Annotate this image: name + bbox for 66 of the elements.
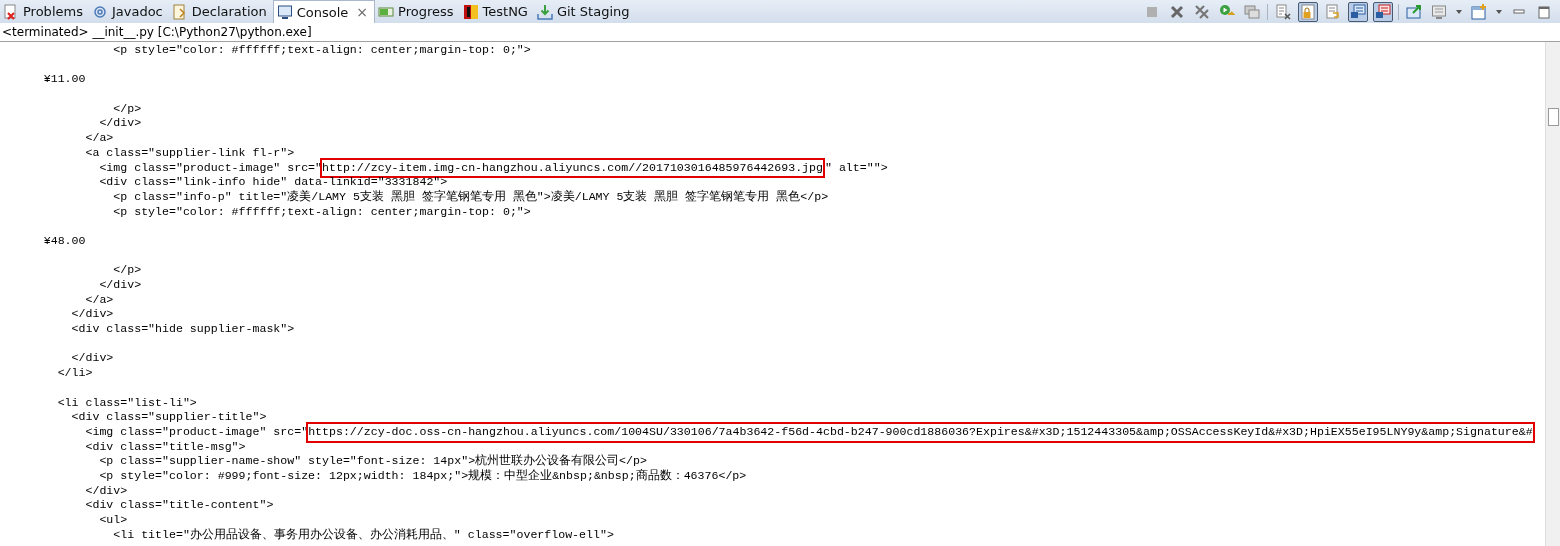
dropdown-caret-button[interactable] <box>1454 7 1464 16</box>
console-output-line: </a> <box>84 292 115 308</box>
caret-icon <box>1496 9 1502 14</box>
console-output-line: <img class="product-image" src=" <box>84 424 309 440</box>
console-output-line: <li class="list-li"> <box>56 395 198 411</box>
at-sign-icon <box>91 3 108 20</box>
console-output-line: <p style="color: #ffffff;text-align: center;margin-top: 0;"> <box>112 204 532 220</box>
console-output-line: </li> <box>56 366 94 381</box>
view-tab[interactable]: Git Staging <box>533 0 636 23</box>
url-highlight-box: https://zcy-doc.oss-cn-hangzhou.aliyuncs.com/1004SU/330106/7a4b3642-f56d-4cbd-b247-900cd1886036?Expires&#x3D;1512443305&amp;OSSAccessKeyId&#x3D;HpiEX55eI95LNY9y&amp;Signature&# <box>306 421 1535 443</box>
console-output-line: </p> <box>112 263 143 278</box>
lock-icon <box>1300 3 1316 20</box>
dropdown-caret-button[interactable] <box>1494 7 1504 16</box>
scrollbar-thumb[interactable] <box>1548 108 1559 126</box>
console-output-line: </div> <box>98 116 143 132</box>
console-output-line: <p class="info-p" title="凌美/LAMY 5支装 黑胆 签字笔钢笔专用 黑色">凌美/LAMY 5支装 黑胆 签字笔钢笔专用 黑色</p> <box>112 189 830 205</box>
clear-document-icon <box>1275 3 1291 20</box>
wrap-document-icon <box>1325 3 1341 20</box>
view-tab[interactable]: Javadoc <box>88 0 169 23</box>
caret-icon <box>1456 9 1462 14</box>
console-output-line: <p class="supplier-name-show" style="font-size: 14px">杭州世联办公设备有限公司</p> <box>98 454 648 469</box>
console-output-line: <a class="supplier-link fl-r"> <box>84 145 296 161</box>
toolbar-button[interactable] <box>1348 1 1368 22</box>
vertical-scrollbar[interactable] <box>1545 42 1560 546</box>
console-output-line: " alt=""> <box>825 160 888 176</box>
console-output-line: <div class="hide supplier-mask"> <box>70 322 296 337</box>
console-output-line: <div class="title-msg"> <box>84 439 247 455</box>
console-process-label: <terminated> __init__.py [C:\Python27\python.exe] <box>0 23 1560 42</box>
close-icon <box>1169 3 1185 20</box>
monitor-icon <box>1431 3 1447 20</box>
new-window-icon <box>1471 3 1487 20</box>
toolbar-button[interactable] <box>1298 1 1318 22</box>
console-message-icon <box>1350 3 1366 20</box>
toolbar-button[interactable] <box>1373 1 1393 22</box>
double-x-icon <box>1194 3 1210 20</box>
document-icon <box>171 3 188 20</box>
stacked-windows-icon <box>1244 3 1260 20</box>
console-output-line: <p style="color: #999;font-size: 12px;width: 184px;">规模：中型企业&nbsp;&nbsp;商品数：46376</p> <box>98 468 748 484</box>
console-output-line: </p> <box>112 101 143 117</box>
console-output-line: <div class="supplier-title"> <box>70 410 268 425</box>
view-tab[interactable]: Progress <box>375 0 460 23</box>
console-output-line: </a> <box>84 131 115 146</box>
monitor-icon <box>276 4 293 20</box>
console-output-line: <p style="color: #ffffff;text-align: center;margin-top: 0;"> <box>112 43 532 58</box>
console-error-icon <box>1375 3 1391 20</box>
maximize-icon <box>1536 3 1552 20</box>
console-output-line: <li title="办公用品设备、事务用办公设备、办公消耗用品、" class="overflow-ell"> <box>112 527 615 543</box>
toolbar-button[interactable] <box>1273 1 1293 22</box>
view-tab[interactable]: Console × <box>272 0 376 23</box>
testng-logo-icon <box>462 3 479 20</box>
console-output-line: </div> <box>70 351 115 367</box>
console-output-line: ¥48.00 <box>42 233 87 249</box>
problems-icon <box>3 3 19 20</box>
console-output-line: </div> <box>84 483 129 499</box>
pin-arrow-icon <box>1406 3 1422 20</box>
view-tab[interactable]: Declaration <box>168 0 273 23</box>
console-output-line: <img class="product-image" src=" <box>98 160 323 176</box>
console-output-line: </div> <box>70 307 115 323</box>
console-output-line: </div> <box>98 278 143 293</box>
close-tab-button[interactable]: × <box>356 4 369 20</box>
console-output-line: <div class="title-content"> <box>84 498 275 513</box>
console-output-line: ¥11.00 <box>42 72 87 88</box>
view-tab[interactable]: Problems <box>0 0 89 23</box>
console-output-line: <ul> <box>98 513 129 528</box>
download-tray-icon <box>536 3 553 20</box>
view-tab[interactable]: TestNG <box>459 0 534 23</box>
